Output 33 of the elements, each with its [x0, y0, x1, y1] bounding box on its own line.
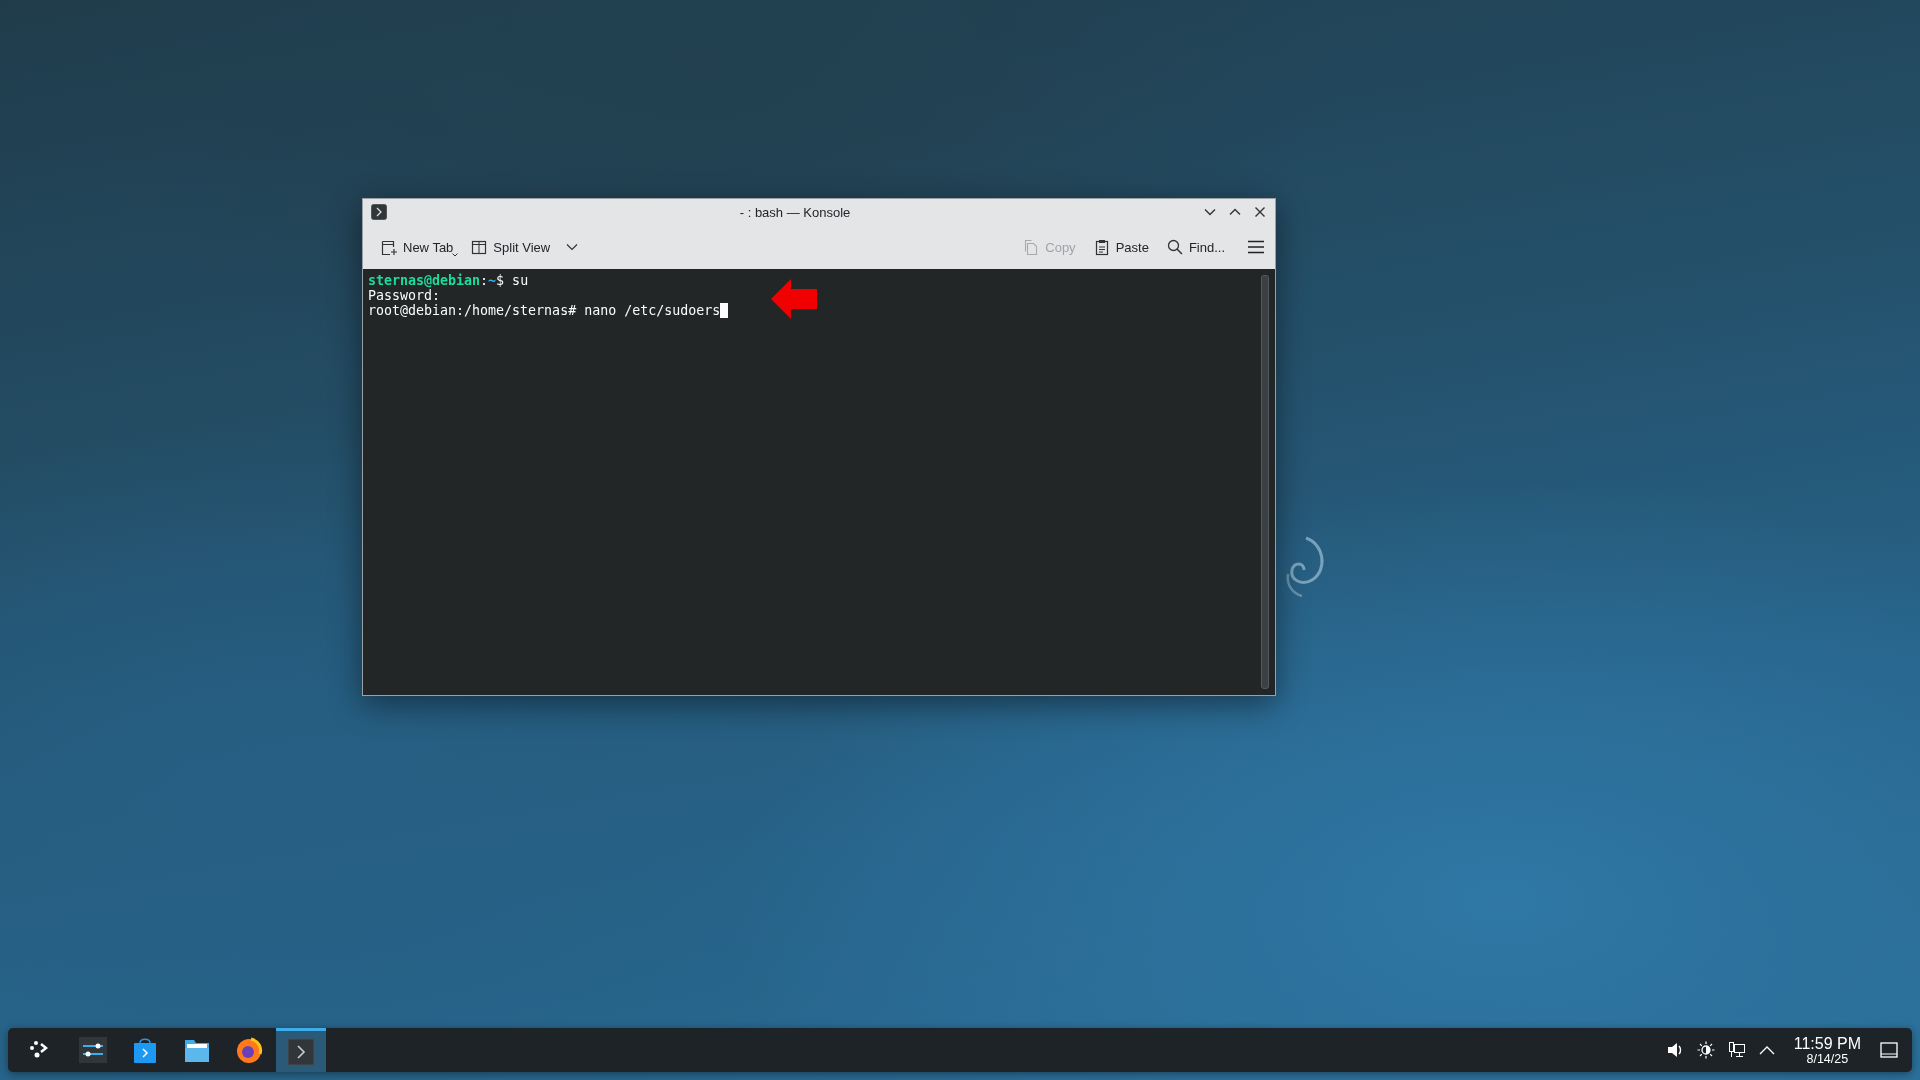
new-tab-button[interactable]: New Tab [375, 232, 460, 262]
network-icon[interactable] [1727, 1041, 1746, 1059]
terminal-icon [287, 1037, 315, 1066]
split-view-icon [471, 238, 488, 256]
paste-button[interactable]: Paste [1087, 232, 1155, 262]
show-desktop-icon[interactable] [1880, 1042, 1898, 1058]
scrollbar[interactable] [1261, 275, 1269, 689]
terminal-line: root@debian:/home/sternas# nano /etc/sudoers [368, 303, 721, 318]
window-title: - : bash — Konsole [738, 204, 852, 220]
terminal-line: Password: [368, 288, 441, 303]
terminal-icon [371, 204, 387, 220]
caret-icon [452, 252, 459, 257]
new-tab-icon [381, 238, 397, 256]
copy-icon [1023, 238, 1040, 256]
clipboard-icon [1093, 238, 1110, 256]
clock-date: 8/14/25 [1806, 1051, 1849, 1066]
terminal-task[interactable] [276, 1028, 326, 1072]
find-button[interactable]: Find... [1160, 232, 1231, 262]
volume-icon[interactable] [1665, 1041, 1684, 1059]
shopping-bag-icon [131, 1036, 159, 1064]
globe-icon [235, 1036, 263, 1064]
split-view-button[interactable]: Split View [465, 232, 585, 262]
close-button[interactable] [1253, 205, 1267, 219]
clock[interactable]: 11:59 PM 8/14/25 [1793, 1034, 1861, 1066]
clock-time: 11:59 PM [1793, 1034, 1861, 1052]
menu-button[interactable] [1247, 240, 1265, 254]
brightness-icon[interactable] [1696, 1041, 1715, 1059]
sliders-icon [79, 1036, 107, 1064]
search-icon [1166, 238, 1183, 256]
chevron-down-icon [566, 243, 579, 251]
terminal-line: sternas@debian:~$ su [368, 273, 529, 288]
annotation-arrow [771, 277, 817, 321]
chevron-up-icon[interactable] [1758, 1045, 1775, 1055]
